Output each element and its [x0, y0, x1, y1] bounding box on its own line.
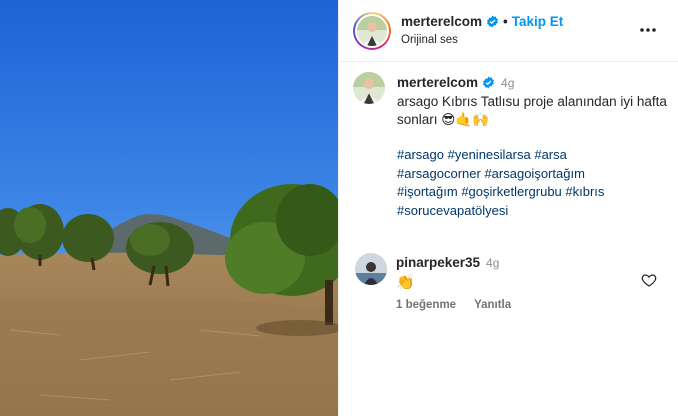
header-username-row: merterelcom • Takip Et	[401, 14, 563, 29]
avatar	[357, 16, 387, 46]
hashtag-list: #arsago #yeninesilarsa #arsa #arsagocorn…	[397, 146, 667, 220]
audio-label[interactable]: Orijinal ses	[401, 34, 458, 46]
hashtag[interactable]: #goşirketlergrubu	[461, 184, 561, 199]
comment-avatar[interactable]	[355, 253, 387, 285]
hashtag[interactable]: #arsago	[397, 147, 444, 162]
comment-likes-count[interactable]: 1 beğenme	[396, 299, 456, 311]
post-side-panel: merterelcom • Takip Et Orijinal ses mert…	[338, 0, 678, 416]
hashtag[interactable]: #arsagocorner	[397, 166, 481, 181]
header-username[interactable]: merterelcom	[401, 14, 482, 29]
hashtag[interactable]: #yeninesilarsa	[448, 147, 531, 162]
caption-username[interactable]: merterelcom	[397, 75, 478, 90]
caption-avatar[interactable]	[353, 72, 385, 104]
hashtag[interactable]: #arsa	[534, 147, 567, 162]
post-header: merterelcom • Takip Et Orijinal ses	[339, 0, 678, 62]
verified-badge-icon	[483, 76, 494, 89]
more-options-icon[interactable]	[637, 22, 659, 38]
user-avatar-icon	[357, 16, 387, 46]
follow-button[interactable]: Takip Et	[512, 14, 564, 29]
hashtag[interactable]: #arsagoişortağım	[484, 166, 584, 181]
story-ring[interactable]	[353, 12, 391, 50]
separator-dot: •	[503, 14, 508, 29]
caption-time[interactable]: 4g	[501, 76, 514, 90]
hashtag[interactable]: #kıbrıs	[565, 184, 604, 199]
user-avatar-icon	[353, 72, 385, 104]
hashtag[interactable]: #işortağım	[397, 184, 458, 199]
user-avatar-icon	[355, 253, 387, 285]
verified-badge-icon	[487, 15, 498, 28]
post-video[interactable]	[0, 0, 338, 416]
reply-button[interactable]: Yanıtla	[474, 299, 511, 311]
comment-header: pinarpeker35 4g	[396, 255, 499, 270]
comment-username[interactable]: pinarpeker35	[396, 255, 480, 270]
comment-meta: 1 beğenme Yanıtla	[396, 299, 529, 311]
comment-time[interactable]: 4g	[486, 256, 499, 270]
caption: merterelcom 4g arsago Kıbrıs Tatlısu pro…	[397, 74, 667, 130]
video-frame-image	[0, 0, 338, 416]
comment-text: 👏	[396, 274, 415, 291]
hashtag[interactable]: #sorucevapatölyesi	[397, 203, 508, 218]
post-viewer: merterelcom • Takip Et Orijinal ses mert…	[0, 0, 678, 416]
caption-text: arsago Kıbrıs Tatlısu proje alanından iy…	[397, 93, 667, 128]
heart-icon[interactable]	[641, 272, 657, 288]
